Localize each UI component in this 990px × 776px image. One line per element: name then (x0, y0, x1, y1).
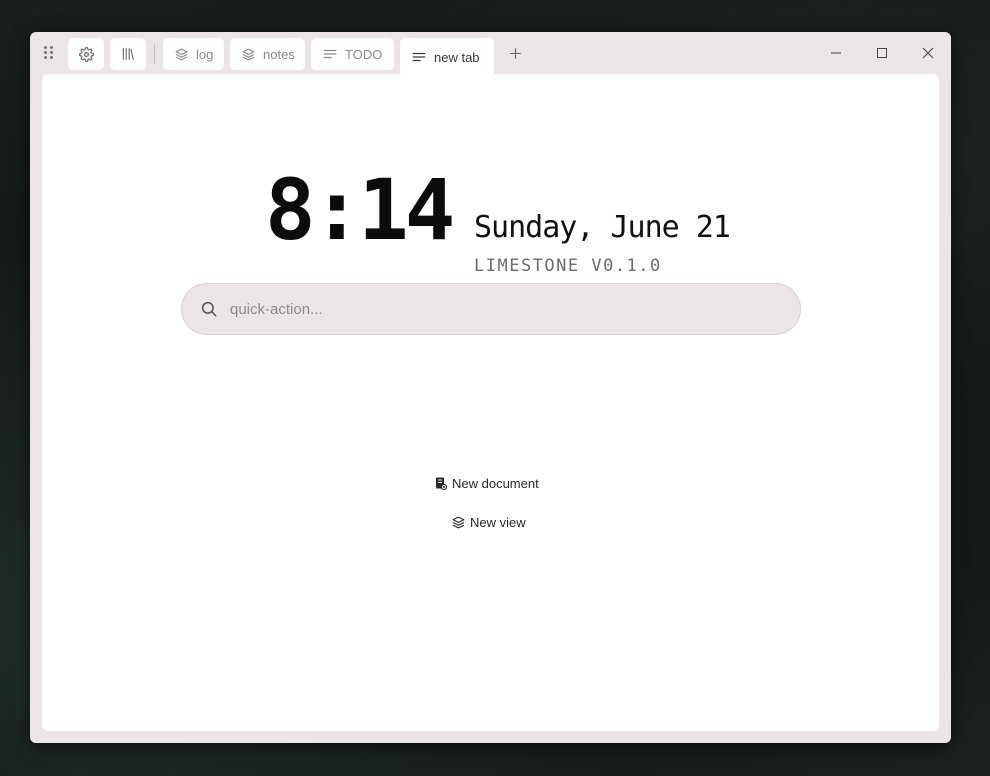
tab-notes[interactable]: notes (230, 38, 305, 70)
layers-icon (242, 48, 255, 61)
library-button[interactable] (110, 38, 146, 70)
action-label: New view (470, 515, 526, 530)
tab-log[interactable]: log (163, 38, 224, 70)
tab-label: TODO (345, 46, 383, 62)
tab-label: log (196, 46, 214, 62)
quick-action-bar[interactable] (181, 283, 801, 335)
tab-label: notes (263, 46, 295, 62)
app-version: LIMESTONE V0.1.0 (474, 256, 662, 276)
library-icon (122, 48, 134, 60)
lines-icon (323, 48, 337, 60)
maximize-button[interactable] (871, 42, 893, 64)
title-bar[interactable]: log notes TODO new tab (30, 32, 951, 76)
tab-label: new tab (434, 49, 480, 65)
close-icon (922, 47, 934, 59)
minimize-button[interactable] (825, 42, 847, 64)
app-window: log notes TODO new tab 8:14 Sunday, June… (30, 32, 951, 743)
new-tab-page: 8:14 Sunday, June 21 LIMESTONE V0.1.0 qu… (42, 74, 939, 731)
quick-action-input[interactable] (228, 299, 772, 319)
settings-button[interactable] (68, 38, 104, 70)
lines-icon (412, 51, 426, 63)
new-tab-button[interactable] (505, 43, 525, 63)
search-icon (200, 300, 218, 318)
tab-todo[interactable]: TODO (311, 38, 394, 70)
minimize-icon (831, 52, 841, 54)
layers-icon (452, 516, 465, 529)
new-document-icon (435, 477, 447, 490)
new-document-button[interactable]: New document (435, 476, 539, 491)
clock-time: 8:14 (265, 161, 455, 259)
tab-new-tab[interactable]: new tab (400, 38, 494, 76)
plus-icon (509, 47, 521, 59)
maximize-icon (877, 48, 887, 58)
layers-icon (175, 48, 188, 61)
current-date: Sunday, June 21 (474, 210, 731, 245)
new-view-button[interactable]: New view (452, 515, 526, 530)
drag-grip-icon[interactable] (44, 46, 54, 60)
action-label: New document (452, 476, 539, 491)
titlebar-divider (154, 44, 155, 64)
close-button[interactable] (917, 42, 939, 64)
gear-icon (78, 46, 94, 62)
